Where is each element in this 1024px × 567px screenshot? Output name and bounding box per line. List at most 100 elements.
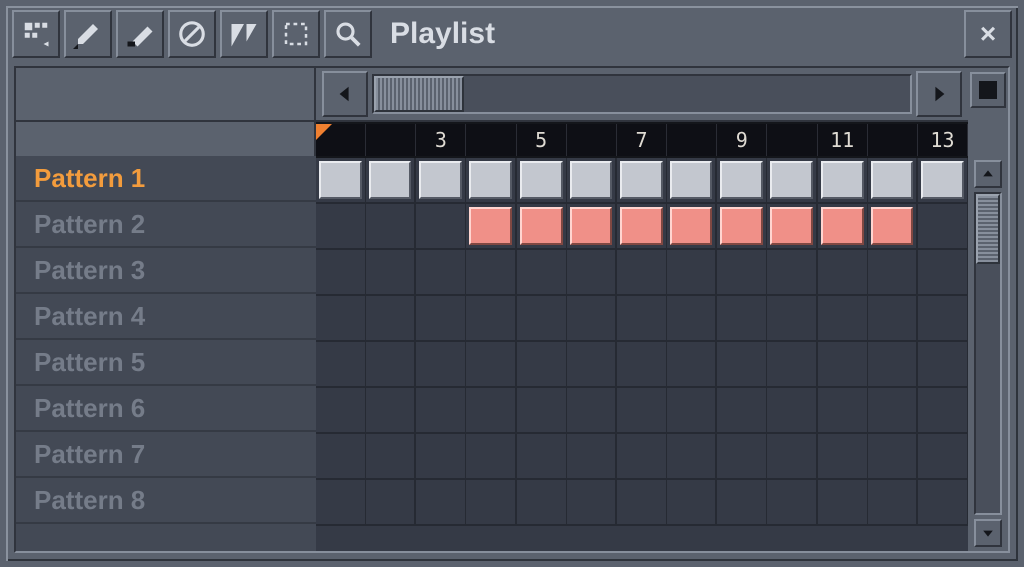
grid-cell[interactable] (366, 342, 416, 388)
grid-cell[interactable] (366, 250, 416, 296)
clip-block[interactable] (871, 207, 913, 245)
grid-cell[interactable] (366, 434, 416, 480)
grid-cell[interactable] (818, 342, 868, 388)
timeline-tick[interactable] (366, 124, 416, 156)
clip-block[interactable] (319, 161, 362, 199)
grid-cell[interactable] (466, 250, 516, 296)
slice-button[interactable] (220, 10, 268, 58)
grid-cell[interactable] (466, 480, 516, 526)
pattern-name[interactable]: Pattern 4 (16, 294, 316, 340)
grid-cell[interactable] (416, 434, 466, 480)
grid-cell[interactable] (567, 250, 617, 296)
grid-cell[interactable] (466, 434, 516, 480)
pattern-name[interactable]: Pattern 7 (16, 432, 316, 478)
grid-cell[interactable] (717, 250, 767, 296)
grid-cell[interactable] (567, 342, 617, 388)
clip-block[interactable] (770, 161, 812, 199)
vscroll-track[interactable] (974, 192, 1002, 515)
vscroll-thumb[interactable] (976, 194, 1000, 264)
grid-cell[interactable] (617, 250, 667, 296)
grid-cell[interactable] (517, 480, 567, 526)
grid-cell[interactable] (918, 250, 968, 296)
timeline-tick[interactable] (767, 124, 817, 156)
clip-block[interactable] (520, 207, 563, 245)
grid-cell[interactable] (567, 434, 617, 480)
close-button[interactable]: × (964, 10, 1012, 58)
grid-cell[interactable] (767, 250, 817, 296)
grid-cell[interactable] (316, 434, 366, 480)
grid-cell[interactable] (767, 342, 817, 388)
grid-cell[interactable] (717, 204, 767, 250)
grid-cell[interactable] (667, 250, 717, 296)
mute-button[interactable] (168, 10, 216, 58)
grid-cell[interactable] (416, 158, 466, 204)
clip-block[interactable] (720, 161, 763, 199)
scroll-right-button[interactable] (916, 71, 962, 117)
clip-block[interactable] (821, 207, 864, 245)
grid-cell[interactable] (667, 388, 717, 434)
grid-cell[interactable] (517, 342, 567, 388)
grid-cell[interactable] (717, 158, 767, 204)
zoom-button[interactable] (324, 10, 372, 58)
pattern-name[interactable]: Pattern 2 (16, 202, 316, 248)
grid-cell[interactable] (567, 388, 617, 434)
grid-cell[interactable] (717, 342, 767, 388)
play-marker[interactable] (316, 124, 332, 140)
grid-cell[interactable] (617, 480, 667, 526)
grid-cell[interactable] (617, 158, 667, 204)
clip-grid[interactable] (316, 156, 968, 551)
grid-cell[interactable] (818, 434, 868, 480)
grid-cell[interactable] (617, 388, 667, 434)
clip-block[interactable] (670, 207, 712, 245)
grid-cell[interactable] (517, 158, 567, 204)
grid-cell[interactable] (767, 296, 817, 342)
grid-cell[interactable] (868, 434, 918, 480)
grid-cell[interactable] (366, 296, 416, 342)
grid-cell[interactable] (667, 296, 717, 342)
song-mode-button[interactable] (970, 72, 1006, 108)
grid-cell[interactable] (416, 204, 466, 250)
grid-cell[interactable] (818, 388, 868, 434)
grid-cell[interactable] (717, 296, 767, 342)
select-button[interactable] (272, 10, 320, 58)
grid-cell[interactable] (767, 388, 817, 434)
paint-button[interactable] (116, 10, 164, 58)
clip-block[interactable] (620, 161, 663, 199)
grid-cell[interactable] (868, 342, 918, 388)
grid-cell[interactable] (868, 204, 918, 250)
grid-cell[interactable] (868, 480, 918, 526)
timeline-tick[interactable]: 11 (818, 124, 868, 156)
grid-cell[interactable] (667, 342, 717, 388)
grid-cell[interactable] (567, 204, 617, 250)
timeline-tick[interactable]: 7 (617, 124, 667, 156)
grid-cell[interactable] (868, 158, 918, 204)
pattern-name[interactable]: Pattern 8 (16, 478, 316, 524)
scroll-up-button[interactable] (974, 160, 1002, 188)
grid-cell[interactable] (366, 204, 416, 250)
grid-cell[interactable] (316, 480, 366, 526)
grid-cell[interactable] (366, 480, 416, 526)
grid-cell[interactable] (517, 388, 567, 434)
grid-cell[interactable] (818, 204, 868, 250)
grid-cell[interactable] (918, 434, 968, 480)
timeline-tick[interactable]: 3 (416, 124, 466, 156)
timeline-ruler[interactable]: 3 5 7 9 11 13 (316, 122, 968, 156)
clip-block[interactable] (770, 207, 812, 245)
timeline-tick[interactable]: 9 (717, 124, 767, 156)
timeline-tick[interactable]: 5 (517, 124, 567, 156)
grid-cell[interactable] (466, 342, 516, 388)
grid-cell[interactable] (416, 296, 466, 342)
grid-cell[interactable] (466, 204, 516, 250)
grid-cell[interactable] (667, 434, 717, 480)
grid-cell[interactable] (416, 388, 466, 434)
timeline-tick[interactable] (567, 124, 617, 156)
grid-cell[interactable] (918, 158, 968, 204)
grid-cell[interactable] (767, 434, 817, 480)
scroll-down-button[interactable] (974, 519, 1002, 547)
hscroll-thumb[interactable] (374, 76, 464, 112)
timeline-tick[interactable]: 13 (918, 124, 968, 156)
pattern-name[interactable]: Pattern 3 (16, 248, 316, 294)
grid-cell[interactable] (316, 388, 366, 434)
grid-cell[interactable] (416, 250, 466, 296)
grid-cell[interactable] (767, 204, 817, 250)
